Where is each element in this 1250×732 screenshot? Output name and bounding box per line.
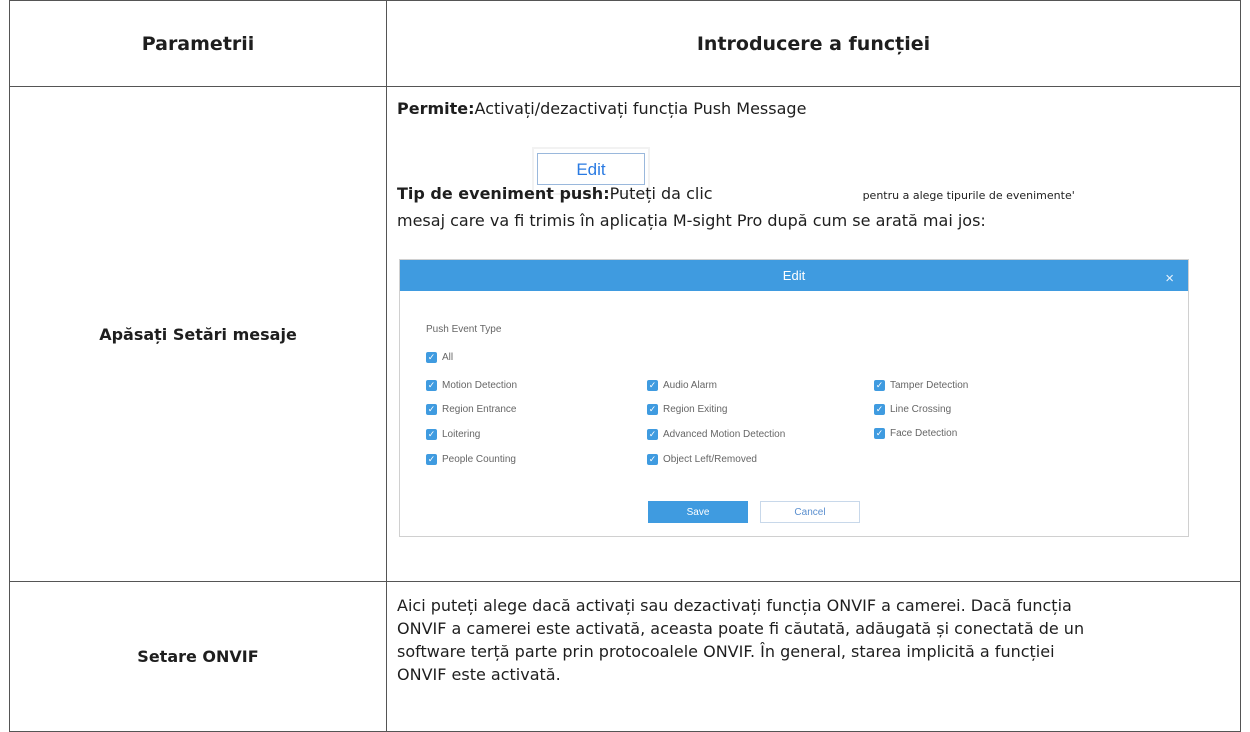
checkbox-label: Region Exiting: [663, 404, 728, 415]
checkbox-checked-icon: ✓: [426, 352, 437, 363]
checkbox-label: Audio Alarm: [663, 380, 717, 391]
table-row: Apăsați Setări mesaje Permite:Activați/d…: [9, 86, 1241, 582]
parameters-table: Parametrii Introducere a funcției Apăsaț…: [9, 0, 1241, 732]
push-type-line: Tip de eveniment push:Puteți da clic pent…: [397, 182, 1075, 207]
checkbox-option[interactable]: ✓ Region Exiting: [647, 398, 727, 421]
cancel-button[interactable]: Cancel: [760, 501, 860, 523]
onvif-text-line: ONVIF este activată.: [397, 665, 561, 684]
desc-onvif-settings: Aici puteți alege dacă activați sau deza…: [386, 581, 1241, 732]
push-text-line2: mesaj care va fi trimis în aplicația M-s…: [397, 211, 986, 230]
enable-line: Permite:Activați/dezactivați funcția Pus…: [397, 97, 1228, 120]
checkbox-option[interactable]: ✓ Region Entrance: [426, 398, 517, 421]
checkbox-option[interactable]: ✓ Audio Alarm: [647, 374, 717, 397]
checkbox-option[interactable]: ✓ Advanced Motion Detection: [647, 423, 785, 446]
checkbox-label: Object Left/Removed: [663, 454, 757, 465]
checkbox-label: Line Crossing: [890, 404, 952, 415]
checkbox-label: Loitering: [442, 429, 481, 440]
checkbox-label: Face Detection: [890, 428, 958, 439]
desc-push-settings: Permite:Activați/dezactivați funcția Pus…: [386, 86, 1241, 582]
checkbox-checked-icon: ✓: [426, 404, 437, 415]
onvif-text-line: software terță parte prin protocoalele O…: [397, 642, 1055, 661]
checkbox-option[interactable]: ✓ Line Crossing: [874, 398, 951, 421]
checkbox-checked-icon: ✓: [874, 428, 885, 439]
checkbox-checked-icon: ✓: [647, 404, 658, 415]
checkbox-option[interactable]: ✓ Loitering: [426, 423, 480, 446]
checkbox-option[interactable]: ✓ People Counting: [426, 448, 516, 471]
checkbox-label: Motion Detection: [442, 380, 518, 391]
checkbox-option[interactable]: ✓ Motion Detection: [426, 374, 517, 397]
param-onvif-settings: Setare ONVIF: [9, 581, 387, 732]
param-push-settings: Apăsați Setări mesaje: [9, 86, 387, 582]
checkbox-label: Tamper Detection: [890, 380, 969, 391]
header-description: Introducere a funcției: [386, 0, 1241, 87]
checkbox-label: Advanced Motion Detection: [663, 429, 786, 440]
header-parameters: Parametrii: [9, 0, 387, 87]
save-button[interactable]: Save: [648, 501, 748, 523]
enable-text: Activați/dezactivați funcția Push Messag…: [474, 99, 807, 118]
onvif-text-line: ONVIF a camerei este activată, aceasta p…: [397, 619, 1085, 638]
close-icon[interactable]: ×: [1165, 267, 1174, 290]
checkbox-checked-icon: ✓: [874, 404, 885, 415]
checkbox-label: All: [442, 352, 454, 363]
edit-dialog-screenshot: Edit × Push Event Type ✓ All ✓ Motion De…: [399, 259, 1189, 537]
checkbox-checked-icon: ✓: [647, 380, 658, 391]
push-text-before: Puteți da clic: [609, 184, 713, 203]
edit-button[interactable]: Edit: [537, 153, 645, 185]
checkbox-checked-icon: ✓: [874, 380, 885, 391]
checkbox-checked-icon: ✓: [426, 380, 437, 391]
checkbox-label: People Counting: [442, 454, 516, 465]
checkbox-all[interactable]: ✓ All: [426, 346, 453, 369]
enable-label: Permite:: [397, 99, 475, 118]
table-row: Setare ONVIF Aici puteți alege dacă acti…: [9, 581, 1241, 732]
dialog-header: Edit ×: [400, 260, 1188, 291]
checkbox-checked-icon: ✓: [647, 454, 658, 465]
onvif-text-line: Aici puteți alege dacă activați sau deza…: [397, 596, 1072, 615]
header-row: Parametrii Introducere a funcției: [9, 0, 1241, 87]
checkbox-option[interactable]: ✓ Tamper Detection: [874, 374, 968, 397]
push-event-type-label: Push Event Type: [426, 324, 502, 335]
checkbox-label: Region Entrance: [442, 404, 517, 415]
dialog-title: Edit: [782, 268, 806, 283]
checkbox-checked-icon: ✓: [426, 429, 437, 440]
push-type-label: Tip de eveniment push:: [397, 184, 610, 203]
checkbox-checked-icon: ✓: [647, 429, 658, 440]
checkbox-option[interactable]: ✓ Face Detection: [874, 422, 957, 445]
checkbox-checked-icon: ✓: [426, 454, 437, 465]
checkbox-option[interactable]: ✓ Object Left/Removed: [647, 448, 757, 471]
dialog-body: Push Event Type ✓ All ✓ Motion Detection: [400, 291, 1188, 538]
push-text-after: pentru a alege tipurile de evenimente': [862, 189, 1075, 202]
